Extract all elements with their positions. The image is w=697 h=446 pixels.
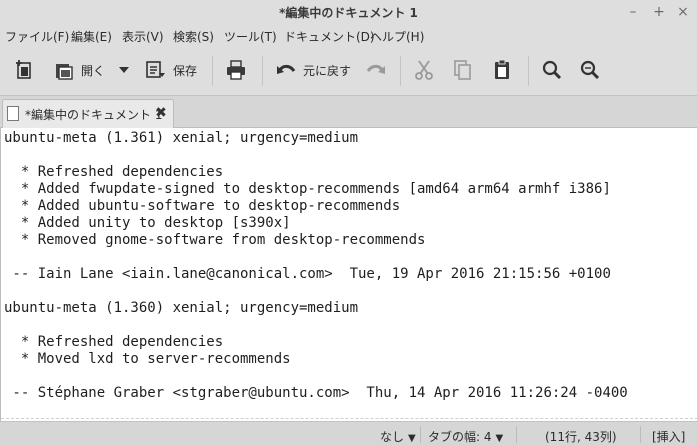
new-button[interactable] <box>12 56 36 84</box>
save-button[interactable]: 保存 <box>144 56 197 84</box>
editor-line: -- Iain Lane <iain.lane@canonical.com> T… <box>4 266 611 282</box>
undo-icon <box>274 58 298 82</box>
menu-edit[interactable]: 編集(E) <box>71 28 112 45</box>
menu-documents[interactable]: ドキュメント(D) <box>284 28 375 45</box>
editor-line: * Moved lxd to server-recommends <box>4 351 291 367</box>
open-recent-dropdown[interactable] <box>112 56 136 84</box>
tab-width-label: タブの幅: 4 <box>428 430 492 444</box>
printer-icon <box>224 58 248 82</box>
copy-button[interactable] <box>451 56 475 84</box>
editor-line: * Removed gnome-software from desktop-re… <box>4 232 426 248</box>
menu-tools[interactable]: ツール(T) <box>224 28 277 45</box>
clipboard-icon <box>490 58 514 82</box>
editor-line: -- Stéphane Graber <stgraber@ubuntu.com>… <box>4 385 628 401</box>
menu-help[interactable]: ヘルプ(H) <box>370 28 424 45</box>
editor-line: * Added unity to desktop [s390x] <box>4 215 291 231</box>
menu-view[interactable]: 表示(V) <box>122 28 164 45</box>
redo-icon <box>364 58 388 82</box>
cursor-position: (11行, 43列) <box>545 430 617 444</box>
maximize-button[interactable]: + <box>650 3 668 21</box>
find-button[interactable] <box>540 56 564 84</box>
chevron-down-icon: ▼ <box>408 433 416 444</box>
undo-label: 元に戻す <box>303 63 352 78</box>
menu-file[interactable]: ファイル(F) <box>5 28 69 45</box>
undo-button[interactable]: 元に戻す <box>274 56 351 84</box>
toolbar: 開く 保存 元に戻す <box>0 46 697 96</box>
editor-line: * Added ubuntu-software to desktop-recom… <box>4 198 401 214</box>
text-editor[interactable]: ubuntu-meta (1.361) xenial; urgency=medi… <box>0 128 697 421</box>
open-folder-icon <box>52 58 76 82</box>
toolbar-separator <box>528 56 529 86</box>
syntax-mode-selector[interactable]: なし ▼ <box>380 428 416 445</box>
save-label: 保存 <box>173 63 198 78</box>
chevron-down-icon <box>112 58 136 82</box>
find-replace-icon <box>578 58 602 82</box>
tab-document-1[interactable]: *編集中のドキュメント 1 ✖ <box>2 99 174 128</box>
tab-width-selector[interactable]: タブの幅: 4 ▼ <box>428 428 503 445</box>
tab-label: *編集中のドキュメント 1 <box>25 108 163 122</box>
close-window-button[interactable]: × <box>674 3 692 21</box>
scissors-icon <box>412 58 436 82</box>
paste-button[interactable] <box>490 56 514 84</box>
status-bar: なし ▼ タブの幅: 4 ▼ (11行, 43列) [挿入] <box>0 421 697 446</box>
editor-line: * Refreshed dependencies <box>4 334 224 350</box>
chevron-down-icon: ▼ <box>495 433 504 444</box>
editor-line: ubuntu-meta (1.361) xenial; urgency=medi… <box>4 130 359 146</box>
new-document-icon <box>12 58 36 82</box>
document-icon <box>7 106 19 121</box>
open-label: 開く <box>81 63 106 78</box>
window-title: *編集中のドキュメント 1 <box>279 6 418 20</box>
editor-line: * Added fwupdate-signed to desktop-recom… <box>4 181 611 197</box>
copy-icon <box>451 58 475 82</box>
minimize-button[interactable]: – <box>624 3 642 21</box>
save-icon <box>144 58 168 82</box>
syntax-mode-label: なし <box>380 430 405 444</box>
insert-mode-indicator[interactable]: [挿入] <box>652 428 685 445</box>
status-separator <box>640 426 641 443</box>
status-separator <box>420 426 421 443</box>
editor-line: * Refreshed dependencies <box>4 164 224 180</box>
cut-button[interactable] <box>412 56 436 84</box>
menu-bar: ファイル(F) 編集(E) 表示(V) 検索(S) ツール(T) ドキュメント(… <box>0 24 697 46</box>
open-button[interactable]: 開く <box>52 56 105 84</box>
replace-button[interactable] <box>578 56 602 84</box>
toolbar-separator <box>400 56 401 86</box>
redo-button[interactable] <box>364 56 388 84</box>
toolbar-separator <box>212 56 213 86</box>
tab-close-icon[interactable]: ✖ <box>153 104 169 122</box>
print-button[interactable] <box>224 56 248 84</box>
tab-bar: *編集中のドキュメント 1 ✖ <box>0 96 697 128</box>
search-icon <box>540 58 564 82</box>
menu-search[interactable]: 検索(S) <box>173 28 214 45</box>
title-bar: *編集中のドキュメント 1 – + × <box>0 0 697 24</box>
editor-line: ubuntu-meta (1.360) xenial; urgency=medi… <box>4 300 359 316</box>
toolbar-separator <box>262 56 263 86</box>
status-separator <box>516 426 517 443</box>
